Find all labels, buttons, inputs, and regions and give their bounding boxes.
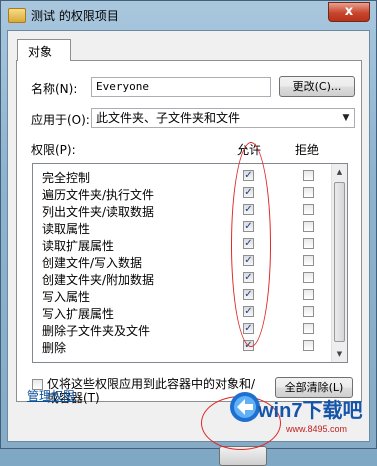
- permission-row: 遍历文件夹/执行文件 ✓: [33, 185, 333, 202]
- permission-row: 删除子文件夹及文件 ✓: [33, 321, 333, 338]
- change-button[interactable]: 更改(C)...: [279, 76, 355, 97]
- window-title: 测试 的权限项目: [31, 9, 119, 23]
- permission-row: 创建文件夹/附加数据 ✓: [33, 270, 333, 287]
- name-field[interactable]: Everyone: [91, 77, 271, 97]
- permission-name: 遍历文件夹/执行文件: [42, 188, 155, 202]
- deny-checkbox[interactable]: [303, 306, 314, 317]
- permission-name: 写入扩展属性: [42, 307, 115, 321]
- permission-entry-window: 测试 的权限项目 x 对象 名称(N): Everyone 更改(C)... 应…: [0, 0, 377, 466]
- permission-row: 读取属性 ✓: [33, 219, 333, 236]
- permission-name: 删除: [42, 341, 67, 355]
- title-bar[interactable]: 测试 的权限项目 x: [1, 1, 376, 29]
- deny-checkbox[interactable]: [303, 238, 314, 249]
- deny-checkbox[interactable]: [303, 340, 314, 351]
- win7-logo-icon: [230, 392, 260, 422]
- manage-permissions-link[interactable]: 管理权限: [27, 387, 75, 404]
- tab-object[interactable]: 对象: [17, 39, 71, 61]
- watermark: win7下载吧 www.8495.com: [228, 384, 377, 450]
- deny-checkbox[interactable]: [303, 187, 314, 198]
- permission-name: 删除子文件夹及文件: [42, 324, 151, 338]
- permission-row: 读取扩展属性 ✓: [33, 236, 333, 253]
- watermark-url: www.8495.com: [286, 424, 348, 434]
- name-label: 名称(N):: [31, 82, 78, 96]
- deny-checkbox[interactable]: [303, 289, 314, 300]
- deny-checkbox[interactable]: [303, 204, 314, 215]
- permission-name: 完全控制: [42, 171, 91, 185]
- deny-checkbox[interactable]: [303, 255, 314, 266]
- tab-panel: 名称(N): Everyone 更改(C)... 应用于(O): 此文件夹、子文…: [16, 60, 362, 405]
- permission-name: 读取属性: [42, 222, 91, 236]
- folder-icon: [8, 8, 26, 23]
- deny-header: 拒绝: [295, 143, 320, 157]
- permission-row: 写入扩展属性 ✓: [33, 304, 333, 321]
- permission-row: 列出文件夹/读取数据 ✓: [33, 202, 333, 219]
- allow-column-highlight: [231, 142, 271, 347]
- deny-checkbox[interactable]: [303, 221, 314, 232]
- permission-name: 写入属性: [42, 290, 91, 304]
- permission-name: 读取扩展属性: [42, 239, 115, 253]
- deny-checkbox[interactable]: [303, 272, 314, 283]
- scroll-up-icon[interactable]: ▲: [332, 164, 347, 180]
- permission-name: 列出文件夹/读取数据: [42, 205, 155, 219]
- permission-name: 创建文件/写入数据: [42, 256, 143, 270]
- close-button[interactable]: x: [328, 2, 370, 22]
- scroll-thumb[interactable]: [334, 182, 345, 342]
- permissions-scrollbar[interactable]: ▲ ▼: [331, 164, 347, 362]
- permission-name: 创建文件夹/附加数据: [42, 273, 155, 287]
- deny-checkbox[interactable]: [303, 170, 314, 181]
- dialog-client: 对象 名称(N): Everyone 更改(C)... 应用于(O): 此文件夹…: [7, 30, 370, 466]
- apply-to-value: 此文件夹、子文件夹和文件: [96, 111, 241, 125]
- permissions-label: 权限(P):: [31, 143, 76, 157]
- deny-checkbox[interactable]: [303, 323, 314, 334]
- chevron-down-icon[interactable]: ▼: [338, 109, 354, 127]
- watermark-brand: win7下载吧: [258, 400, 363, 422]
- permission-row: 创建文件/写入数据 ✓: [33, 253, 333, 270]
- apply-to-label: 应用于(O):: [31, 113, 90, 127]
- permissions-list: 完全控制 ✓ 遍历文件夹/执行文件 ✓ 列出文件夹/读取数据 ✓ 读取属性 ✓ 读取扩展属性 ✓ 创…: [32, 163, 348, 363]
- permission-row: 写入属性 ✓: [33, 287, 333, 304]
- permission-row: 删除 ✓: [33, 338, 333, 355]
- permission-row: 完全控制 ✓: [33, 168, 333, 185]
- scroll-down-icon[interactable]: ▼: [332, 346, 347, 362]
- apply-to-select[interactable]: 此文件夹、子文件夹和文件 ▼: [91, 108, 355, 128]
